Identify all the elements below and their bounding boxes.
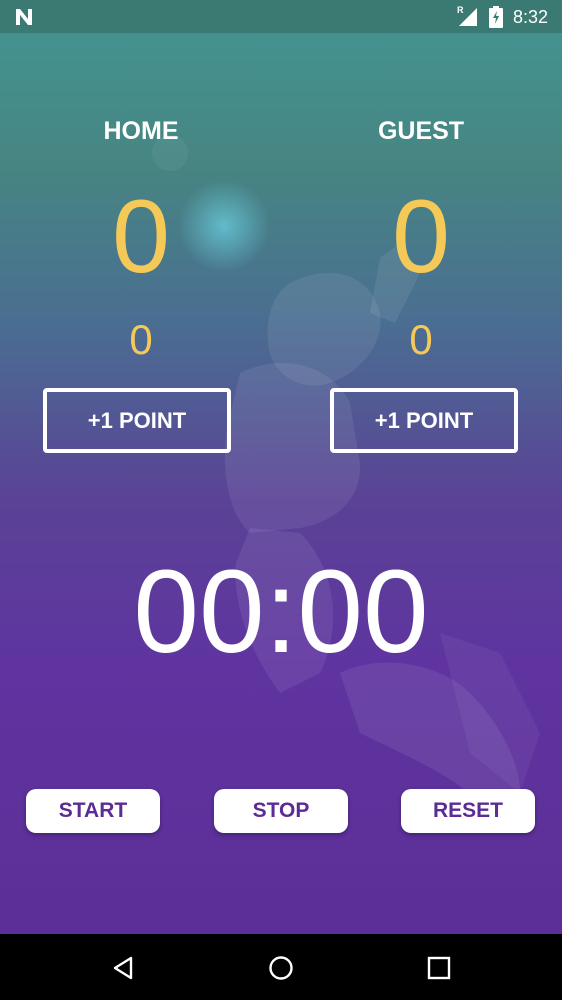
- start-button[interactable]: START: [26, 789, 160, 833]
- battery-icon: [489, 6, 503, 28]
- game-timer: 00:00: [133, 546, 429, 678]
- reset-button[interactable]: RESET: [401, 789, 535, 833]
- stop-button[interactable]: STOP: [214, 789, 348, 833]
- home-score: 0: [112, 179, 170, 295]
- guest-add-point-button[interactable]: +1 POINT: [330, 388, 518, 453]
- guest-secondary-count: 0: [409, 316, 433, 363]
- home-add-point-button[interactable]: +1 POINT: [43, 388, 231, 453]
- navigation-bar: [0, 934, 562, 1000]
- status-clock: 8:32: [513, 7, 549, 27]
- status-bar: R 8:32: [0, 0, 562, 33]
- recents-icon[interactable]: [425, 954, 453, 982]
- signal-icon: [459, 8, 477, 26]
- guest-team-label: GUEST: [377, 117, 465, 145]
- n-logo-icon: [16, 9, 32, 25]
- guest-score: 0: [392, 179, 450, 295]
- home-icon[interactable]: [267, 954, 295, 982]
- home-secondary-count: 0: [129, 316, 153, 363]
- scoreboard-screen: HOME 0 0 +1 POINT GUEST 0 0 +1 POINT 00:…: [0, 33, 562, 934]
- back-icon[interactable]: [109, 954, 137, 982]
- home-team-label: HOME: [103, 117, 179, 145]
